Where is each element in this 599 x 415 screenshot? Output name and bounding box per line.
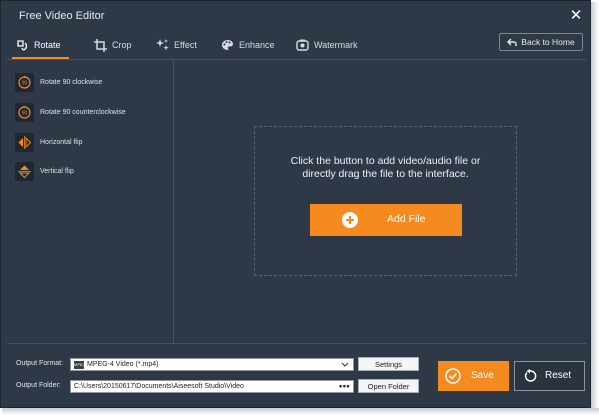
horizontal-flip-item[interactable]: Horizontal flip — [15, 132, 82, 152]
tab-label: Effect — [174, 40, 197, 50]
vertical-flip-item[interactable]: Vertical flip — [15, 161, 74, 181]
add-file-button[interactable]: Add File — [310, 204, 462, 236]
tab-label: Enhance — [239, 40, 275, 50]
rotate-90-clockwise-icon: 90 — [15, 72, 34, 92]
watermark-icon — [296, 39, 309, 51]
drop-instructions-line-1: Click the button to add video/audio file… — [290, 155, 481, 167]
tab-watermark[interactable]: Watermark — [296, 31, 358, 59]
plus-icon — [342, 212, 358, 228]
rotate-icon — [17, 39, 28, 51]
crop-icon — [94, 38, 107, 52]
back-to-home-button[interactable]: Back to Home — [499, 33, 583, 51]
rotate-90-counterclockwise-item[interactable]: 90 Rotate 90 counterclockwise — [15, 102, 126, 122]
drop-instructions-line-2: directly drag the file to the interface. — [302, 168, 469, 180]
output-format-label: Output Format: — [16, 360, 64, 367]
add-file-label: Add File — [387, 213, 426, 225]
file-drop-zone[interactable]: Click the button to add video/audio file… — [254, 126, 517, 276]
check-circle-icon — [445, 368, 461, 384]
reset-label: Reset — [545, 370, 572, 381]
output-folder-label: Output Folder: — [16, 382, 61, 389]
close-icon[interactable]: ✕ — [567, 7, 585, 25]
tab-rotate[interactable]: Rotate — [12, 31, 68, 59]
svg-text:90: 90 — [22, 80, 28, 86]
tab-label: Crop — [112, 40, 132, 50]
open-folder-button[interactable]: Open Folder — [358, 379, 419, 393]
mpeg-format-icon: MPEG — [74, 360, 86, 369]
sidebar-item-label: Horizontal flip — [40, 138, 83, 146]
tab-effect[interactable]: Effect — [156, 31, 197, 59]
settings-button[interactable]: Settings — [358, 357, 419, 371]
window-shadow-right — [591, 2, 599, 415]
reset-icon — [524, 369, 537, 382]
window-shadow-bottom — [2, 408, 599, 415]
rotate-90-clockwise-item[interactable]: 90 Rotate 90 clockwise — [15, 72, 102, 92]
tab-enhance[interactable]: Enhance — [221, 31, 275, 59]
title-bar: Free Video Editor ✕ — [1, 1, 590, 31]
output-folder-field[interactable]: C:\Users\20150617\Documents\Aiseesoft St… — [70, 380, 354, 393]
vertical-flip-icon — [15, 161, 34, 181]
tab-label: Watermark — [314, 40, 358, 50]
effect-icon — [156, 38, 169, 50]
chevron-down-icon — [341, 362, 349, 367]
reset-button[interactable]: Reset — [514, 361, 585, 391]
back-to-home-label: Back to Home — [521, 37, 575, 47]
enhance-icon — [222, 39, 233, 50]
bottom-divider — [7, 343, 586, 344]
horizontal-flip-icon — [15, 132, 34, 152]
output-folder-value: C:\Users\20150617\Documents\Aiseesoft St… — [74, 383, 244, 390]
settings-label: Settings — [374, 359, 403, 369]
window-title: Free Video Editor — [19, 10, 105, 22]
open-folder-label: Open Folder — [367, 381, 410, 391]
sidebar-item-label: Vertical flip — [40, 167, 74, 175]
output-format-select[interactable]: MPEG MPEG-4 Video (*.mp4) — [70, 358, 354, 371]
back-arrow-icon — [507, 38, 517, 46]
sidebar-item-label: Rotate 90 clockwise — [40, 78, 103, 86]
output-format-value: MPEG-4 Video (*.mp4) — [87, 361, 159, 368]
rotate-90-counterclockwise-icon: 90 — [15, 102, 34, 122]
drop-instructions: Click the button to add video/audio file… — [255, 155, 516, 181]
app-window: Free Video Editor ✕ Rotate Crop Effect E… — [0, 0, 591, 408]
svg-text:90: 90 — [22, 110, 28, 116]
save-label: Save — [471, 370, 494, 381]
save-button[interactable]: Save — [438, 361, 509, 391]
browse-folder-button[interactable]: ••• — [339, 381, 350, 391]
tab-crop[interactable]: Crop — [94, 31, 132, 59]
sidebar-item-label: Rotate 90 counterclockwise — [40, 108, 126, 116]
tab-label: Rotate — [34, 40, 61, 50]
rotate-options-sidebar: 90 Rotate 90 clockwise 90 Rotate 90 coun… — [7, 60, 174, 343]
